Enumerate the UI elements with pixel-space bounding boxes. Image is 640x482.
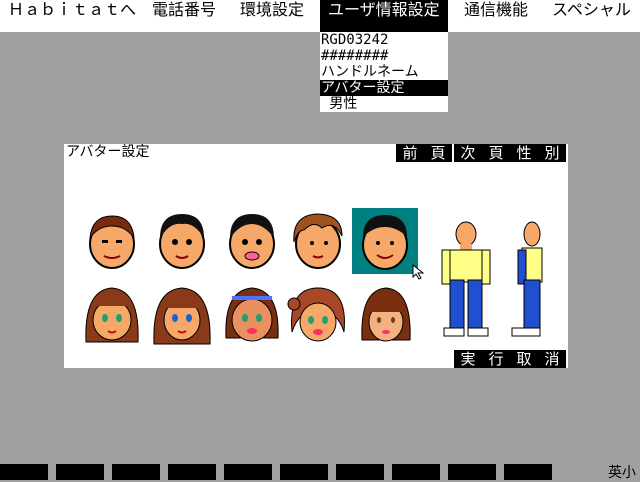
prev-page-button[interactable]: 前頁 [396,144,452,162]
function-key-5[interactable] [224,464,272,480]
function-key-4[interactable] [168,464,216,480]
execute-button[interactable]: 実行 [454,350,510,368]
window-title: アバター設定 [66,144,150,160]
function-key-7[interactable] [336,464,384,480]
function-key-1[interactable] [0,464,48,480]
cancel-label: 取消 [510,350,566,368]
dropdown-password[interactable]: ######## [320,48,448,64]
button-char: 頁 [430,144,446,162]
menu-special[interactable]: スペシャル [552,0,631,32]
function-key-8[interactable] [392,464,440,480]
function-key-10[interactable] [504,464,552,480]
avatar-side-preview [508,220,552,340]
button-char: 次 [460,144,476,162]
button-char: 行 [488,350,504,368]
menu-habitat[interactable]: Ｈａｂｉｔａｔへ [8,0,136,32]
female-face-3[interactable] [220,282,284,346]
male-face-1[interactable] [80,208,144,272]
button-char: 性 [516,144,532,162]
function-key-6[interactable] [280,464,328,480]
gender-label: 性別 [510,144,566,162]
male-face-2[interactable] [150,208,214,272]
dropdown-avatar-settings[interactable]: アバター設定 [320,80,448,96]
dropdown-user-id[interactable]: RGD03242 [320,32,448,48]
function-key-2[interactable] [56,464,104,480]
female-face-4[interactable] [286,282,350,346]
button-char: 取 [516,350,532,368]
button-char: 実 [460,350,476,368]
prev-page-label: 前頁 [396,144,452,162]
avatar-settings-window: アバター設定 前頁 次頁 性別 実行 取消 [64,144,568,368]
dropdown-handle-name[interactable]: ハンドルネーム [320,64,448,80]
next-page-label: 次頁 [454,144,510,162]
button-char: 頁 [488,144,504,162]
mouse-pointer-icon [412,263,428,284]
gender-button[interactable]: 性別 [510,144,566,162]
male-face-4[interactable] [286,208,350,272]
next-page-button[interactable]: 次頁 [454,144,510,162]
female-face-5[interactable] [354,282,418,346]
button-char: 別 [544,144,560,162]
execute-label: 実行 [454,350,510,368]
menu-environment-settings[interactable]: 環境設定 [240,0,304,32]
menu-phone-number[interactable]: 電話番号 [152,0,216,32]
female-face-2[interactable] [150,282,214,346]
button-char: 消 [544,350,560,368]
menu-user-info-settings[interactable]: ユーザ情報設定 [320,0,448,32]
function-key-9[interactable] [448,464,496,480]
cancel-button[interactable]: 取消 [510,350,566,368]
function-key-bar: 英小 [0,464,640,481]
user-info-dropdown: RGD03242 ######## ハンドルネーム アバター設定 男性 [320,32,448,112]
ime-status: 英小 [608,465,636,481]
function-key-3[interactable] [112,464,160,480]
button-char: 前 [402,144,418,162]
dropdown-gender[interactable]: 男性 [320,96,448,112]
menu-communication[interactable]: 通信機能 [464,0,528,32]
avatar-front-preview [436,220,496,340]
menu-bar: Ｈａｂｉｔａｔへ 電話番号 環境設定 ユーザ情報設定 通信機能 スペシャル [0,0,640,32]
male-face-5[interactable] [353,209,417,273]
male-face-3[interactable] [220,208,284,272]
female-face-1[interactable] [80,282,144,346]
